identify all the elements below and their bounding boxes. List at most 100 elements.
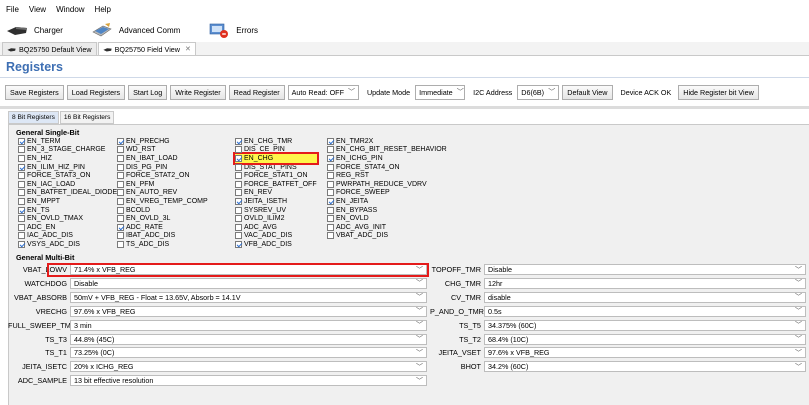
checkbox-ts-adc-dis[interactable]: TS_ADC_DIS	[117, 240, 208, 249]
checkbox-en-mppt[interactable]: EN_MPPT	[18, 197, 117, 206]
update-mode-select[interactable]: Immediate ﹀	[415, 84, 466, 100]
write-register-button[interactable]: Write Register	[170, 84, 226, 100]
checkbox-checked-icon[interactable]	[235, 137, 242, 145]
select-p-and-o-tmr[interactable]: 0.5s ﹀	[484, 305, 806, 317]
checkbox-en-vreg-temp-comp[interactable]: EN_VREG_TEMP_COMP	[117, 197, 208, 206]
checkbox-en-3-stage-charge[interactable]: EN_3_STAGE_CHARGE	[18, 146, 117, 155]
menu-help[interactable]: Help	[95, 5, 111, 14]
checkbox-jeita-iseth[interactable]: JEITA_ISETH	[235, 197, 317, 206]
select-ts-t1[interactable]: 73.25% (0C) ﹀	[70, 347, 427, 359]
checkbox-en-auto-rev[interactable]: EN_AUTO_REV	[117, 189, 208, 198]
close-icon[interactable]: ✕	[185, 45, 191, 53]
checkbox-en-term[interactable]: EN_TERM	[18, 137, 117, 146]
checkbox-wd-rst[interactable]: WD_RST	[117, 146, 208, 155]
checkbox-unchecked-icon[interactable]	[235, 172, 242, 180]
checkbox-iac-adc-dis[interactable]: IAC_ADC_DIS	[18, 232, 117, 241]
checkbox-adc-avg-init[interactable]: ADC_AVG_INIT	[327, 223, 447, 232]
hide-register-bit-view-button[interactable]: Hide Register bit View	[678, 84, 759, 100]
start-log-button[interactable]: Start Log	[128, 84, 168, 100]
checkbox-en-ts[interactable]: EN_TS	[18, 206, 117, 215]
checkbox-vfb-adc-dis[interactable]: VFB_ADC_DIS	[235, 240, 317, 249]
checkbox-unchecked-icon[interactable]	[327, 223, 334, 231]
checkbox-checked-icon[interactable]	[18, 206, 25, 214]
checkbox-unchecked-icon[interactable]	[235, 163, 242, 171]
checkbox-force-stat2-on[interactable]: FORCE_STAT2_ON	[117, 171, 208, 180]
checkbox-unchecked-icon[interactable]	[117, 197, 124, 205]
select-topoff-tmr[interactable]: Disable ﹀	[484, 264, 806, 275]
checkbox-unchecked-icon[interactable]	[18, 180, 25, 188]
checkbox-en-ilim-hiz-pin[interactable]: EN_ILIM_HIZ_PIN	[18, 163, 117, 172]
checkbox-unchecked-icon[interactable]	[327, 180, 334, 188]
checkbox-unchecked-icon[interactable]	[327, 172, 334, 180]
checkbox-reg-rst[interactable]: REG_RST	[327, 171, 447, 180]
menu-file[interactable]: File	[6, 5, 19, 14]
checkbox-unchecked-icon[interactable]	[327, 215, 334, 223]
checkbox-ovld-ilim2[interactable]: OVLD_ILIM2	[235, 214, 317, 223]
checkbox-unchecked-icon[interactable]	[327, 189, 334, 197]
checkbox-unchecked-icon[interactable]	[117, 172, 124, 180]
checkbox-unchecked-icon[interactable]	[327, 206, 334, 214]
checkbox-force-stat4-on[interactable]: FORCE_STAT4_ON	[327, 163, 447, 172]
checkbox-adc-rate[interactable]: ADC_RATE	[117, 223, 208, 232]
tab-8-bit-registers[interactable]: 8 Bit Registers	[8, 111, 59, 124]
checkbox-checked-icon[interactable]	[18, 137, 25, 145]
checkbox-checked-icon[interactable]	[117, 137, 124, 145]
save-registers-button[interactable]: Save Registers	[5, 84, 64, 100]
checkbox-unchecked-icon[interactable]	[327, 232, 334, 240]
checkbox-en-pfm[interactable]: EN_PFM	[117, 180, 208, 189]
checkbox-en-chg-bit-reset-behavior[interactable]: EN_CHG_BIT_RESET_BEHAVIOR	[327, 146, 447, 155]
checkbox-unchecked-icon[interactable]	[235, 146, 242, 154]
select-vbat-absorb[interactable]: 50mV + VFB_REG - Float = 13.65V, Absorb …	[70, 291, 427, 303]
checkbox-sysrev-uv[interactable]: SYSREV_UV	[235, 206, 317, 215]
checkbox-en-hiz[interactable]: EN_HIZ	[18, 154, 117, 163]
auto-read-select[interactable]: Auto Read: OFF ﹀	[287, 84, 359, 100]
select-vrechg[interactable]: 97.6% x VFB_REG ﹀	[70, 305, 427, 317]
select-chg-tmr[interactable]: 12hr ﹀	[484, 277, 806, 289]
checkbox-vsys-adc-dis[interactable]: VSYS_ADC_DIS	[18, 240, 117, 249]
checkbox-force-stat3-on[interactable]: FORCE_STAT3_ON	[18, 171, 117, 180]
checkbox-en-batfet-ideal-diode[interactable]: EN_BATFET_IDEAL_DIODE	[18, 189, 117, 198]
default-view-button[interactable]: Default View	[562, 84, 613, 100]
checkbox-unchecked-icon[interactable]	[235, 180, 242, 188]
errors-button[interactable]: Errors	[208, 22, 258, 38]
checkbox-unchecked-icon[interactable]	[117, 215, 124, 223]
checkbox-checked-icon[interactable]	[327, 137, 334, 145]
checkbox-adc-avg[interactable]: ADC_AVG	[235, 223, 317, 232]
checkbox-en-chg[interactable]: EN_CHG	[233, 152, 319, 165]
select-ts-t2[interactable]: 68.4% (10C) ﹀	[484, 333, 806, 345]
checkbox-en-jeita[interactable]: EN_JEITA	[327, 197, 447, 206]
checkbox-vac-adc-dis[interactable]: VAC_ADC_DIS	[235, 232, 317, 241]
checkbox-unchecked-icon[interactable]	[18, 232, 25, 240]
checkbox-bcold[interactable]: BCOLD	[117, 206, 208, 215]
checkbox-unchecked-icon[interactable]	[235, 189, 242, 197]
checkbox-unchecked-icon[interactable]	[18, 215, 25, 223]
checkbox-vbat-adc-dis[interactable]: VBAT_ADC_DIS	[327, 232, 447, 241]
tab-16-bit-registers[interactable]: 16 Bit Registers	[59, 111, 115, 124]
checkbox-unchecked-icon[interactable]	[117, 146, 124, 154]
select-cv-tmr[interactable]: disable ﹀	[484, 291, 806, 303]
checkbox-en-prechg[interactable]: EN_PRECHG	[117, 137, 208, 146]
checkbox-unchecked-icon[interactable]	[235, 232, 242, 240]
select-full-sweep-tmr[interactable]: 3 min ﹀	[70, 319, 427, 331]
checkbox-pwrpath-reduce-vdrv[interactable]: PWRPATH_REDUCE_VDRV	[327, 180, 447, 189]
checkbox-en-ichg-pin[interactable]: EN_ICHG_PIN	[327, 154, 447, 163]
checkbox-unchecked-icon[interactable]	[117, 154, 124, 162]
checkbox-unchecked-icon[interactable]	[327, 146, 334, 154]
checkbox-unchecked-icon[interactable]	[117, 189, 124, 197]
checkbox-unchecked-icon[interactable]	[117, 232, 124, 240]
checkbox-en-rev[interactable]: EN_REV	[235, 189, 317, 198]
menu-window[interactable]: Window	[56, 5, 84, 14]
checkbox-adc-en[interactable]: ADC_EN	[18, 223, 117, 232]
checkbox-en-bypass[interactable]: EN_BYPASS	[327, 206, 447, 215]
checkbox-unchecked-icon[interactable]	[117, 180, 124, 188]
checkbox-checked-icon[interactable]	[327, 154, 334, 162]
checkbox-checked-icon[interactable]	[235, 154, 242, 162]
checkbox-force-batfet-off[interactable]: FORCE_BATFET_OFF	[235, 180, 317, 189]
select-watchdog[interactable]: Disable ﹀	[70, 277, 427, 289]
checkbox-dis-stat-pins[interactable]: DIS_STAT_PINS	[235, 163, 317, 172]
tab-field-view[interactable]: BQ25750 Field View ✕	[97, 42, 196, 55]
select-ts-t3[interactable]: 44.8% (45C) ﹀	[70, 333, 427, 345]
checkbox-en-ovld[interactable]: EN_OVLD	[327, 214, 447, 223]
checkbox-unchecked-icon[interactable]	[327, 163, 334, 171]
checkbox-checked-icon[interactable]	[18, 163, 25, 171]
